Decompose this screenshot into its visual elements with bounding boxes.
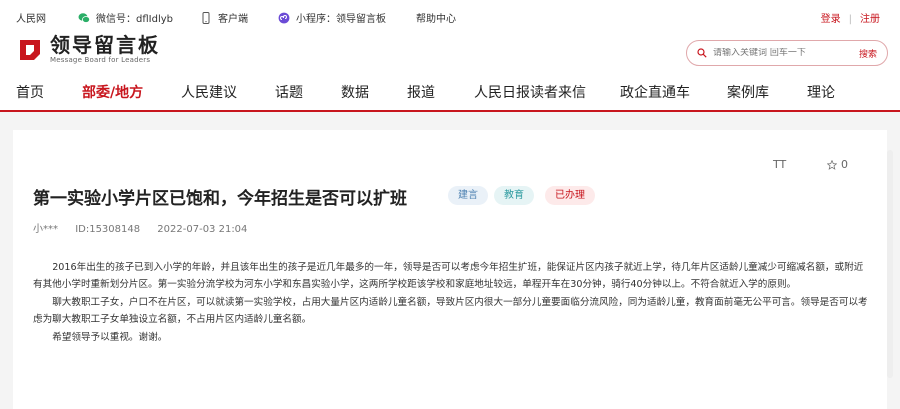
client-link[interactable]: 客户端 bbox=[200, 10, 248, 25]
logo-mark-icon bbox=[20, 39, 40, 60]
site-label: 人民网 bbox=[16, 14, 46, 25]
scrollbar[interactable] bbox=[887, 150, 893, 378]
wechat-label: 微信号：dflIdlyb bbox=[96, 14, 173, 25]
search-box: 搜索 bbox=[686, 40, 888, 66]
font-size-toggle[interactable]: TT bbox=[773, 158, 786, 171]
post-body: 2016年出生的孩子已到入小学的年龄，并且该年出生的孩子是近几年最多的一年，领导… bbox=[33, 259, 869, 346]
favorite-count: 0 bbox=[841, 158, 848, 171]
post-paragraph: 希望领导予以重视。谢谢。 bbox=[52, 331, 168, 343]
logo-title: 领导留言板 bbox=[50, 33, 160, 57]
post-title: 第一实验小学片区已饱和，今年招生是否可以扩班 bbox=[33, 189, 407, 209]
tag-suggestion[interactable]: 建言 bbox=[448, 186, 488, 205]
top-utility-bar: 人民网 微信号：dflIdlyb 客户端 小程序：领导留言板 帮助中心 登录 | 注… bbox=[0, 0, 900, 32]
post-paragraph: 聊大教职工子女，户口不在片区，可以就读第一实验学校，占用大量片区内适龄儿童名额，… bbox=[33, 296, 868, 326]
search-icon bbox=[697, 48, 707, 58]
tag-education[interactable]: 教育 bbox=[494, 186, 534, 205]
search-button[interactable]: 搜索 bbox=[859, 47, 877, 60]
divider: | bbox=[848, 14, 852, 25]
nav-item-reports[interactable]: 报道 bbox=[407, 82, 435, 102]
nav-item-cases[interactable]: 案例库 bbox=[727, 82, 769, 102]
wechat-icon bbox=[78, 12, 90, 23]
post-paragraph: 2016年出生的孩子已到入小学的年龄，并且该年出生的孩子是近几年最多的一年，领导… bbox=[33, 262, 864, 291]
favorite-button[interactable]: 0 bbox=[827, 158, 848, 171]
nav-item-topics[interactable]: 话题 bbox=[275, 82, 303, 102]
site-header: 领导留言板 Message Board for Leaders 搜索 bbox=[0, 32, 900, 74]
nav-item-enterprise[interactable]: 政企直通车 bbox=[620, 82, 690, 102]
author-name: 小*** bbox=[33, 224, 58, 235]
post-meta: 小*** ID:15308148 2022-07-03 21:04 bbox=[33, 220, 261, 235]
site-logo[interactable]: 领导留言板 Message Board for Leaders bbox=[16, 34, 160, 65]
help-label: 帮助中心 bbox=[416, 14, 456, 25]
post-id: ID:15308148 bbox=[75, 224, 141, 235]
miniprogram-link[interactable]: 小程序：领导留言板 bbox=[278, 10, 386, 25]
message-card: TT 0 第一实验小学片区已饱和，今年招生是否可以扩班 建言 教育 已办理 小*… bbox=[13, 130, 887, 409]
nav-item-theory[interactable]: 理论 bbox=[807, 82, 835, 102]
register-link[interactable]: 注册 bbox=[860, 14, 880, 25]
phone-icon bbox=[202, 11, 210, 24]
site-link[interactable]: 人民网 bbox=[16, 10, 46, 25]
main-nav: 首页 部委/地方 人民建议 话题 数据 报道 人民日报读者来信 政企直通车 案例… bbox=[0, 74, 900, 112]
nav-item-data[interactable]: 数据 bbox=[341, 82, 369, 102]
nav-item-home[interactable]: 首页 bbox=[16, 82, 44, 102]
account-links: 登录 | 注册 bbox=[821, 10, 880, 25]
search-input[interactable] bbox=[713, 48, 859, 58]
nav-item-suggestions[interactable]: 人民建议 bbox=[181, 82, 237, 102]
help-center-link[interactable]: 帮助中心 bbox=[416, 10, 456, 25]
star-icon bbox=[827, 159, 837, 170]
wechat-link[interactable]: 微信号：dflIdlyb bbox=[78, 10, 173, 25]
nav-item-reader-letters[interactable]: 人民日报读者来信 bbox=[474, 82, 586, 102]
logo-subtitle: Message Board for Leaders bbox=[50, 56, 151, 64]
client-label: 客户端 bbox=[218, 14, 248, 25]
post-date: 2022-07-03 21:04 bbox=[157, 224, 248, 235]
login-link[interactable]: 登录 bbox=[821, 14, 841, 25]
miniprogram-icon bbox=[278, 12, 290, 23]
nav-item-ministries-local[interactable]: 部委/地方 bbox=[82, 82, 143, 102]
status-badge: 已办理 bbox=[545, 186, 595, 205]
miniprogram-label: 小程序：领导留言板 bbox=[296, 14, 386, 25]
